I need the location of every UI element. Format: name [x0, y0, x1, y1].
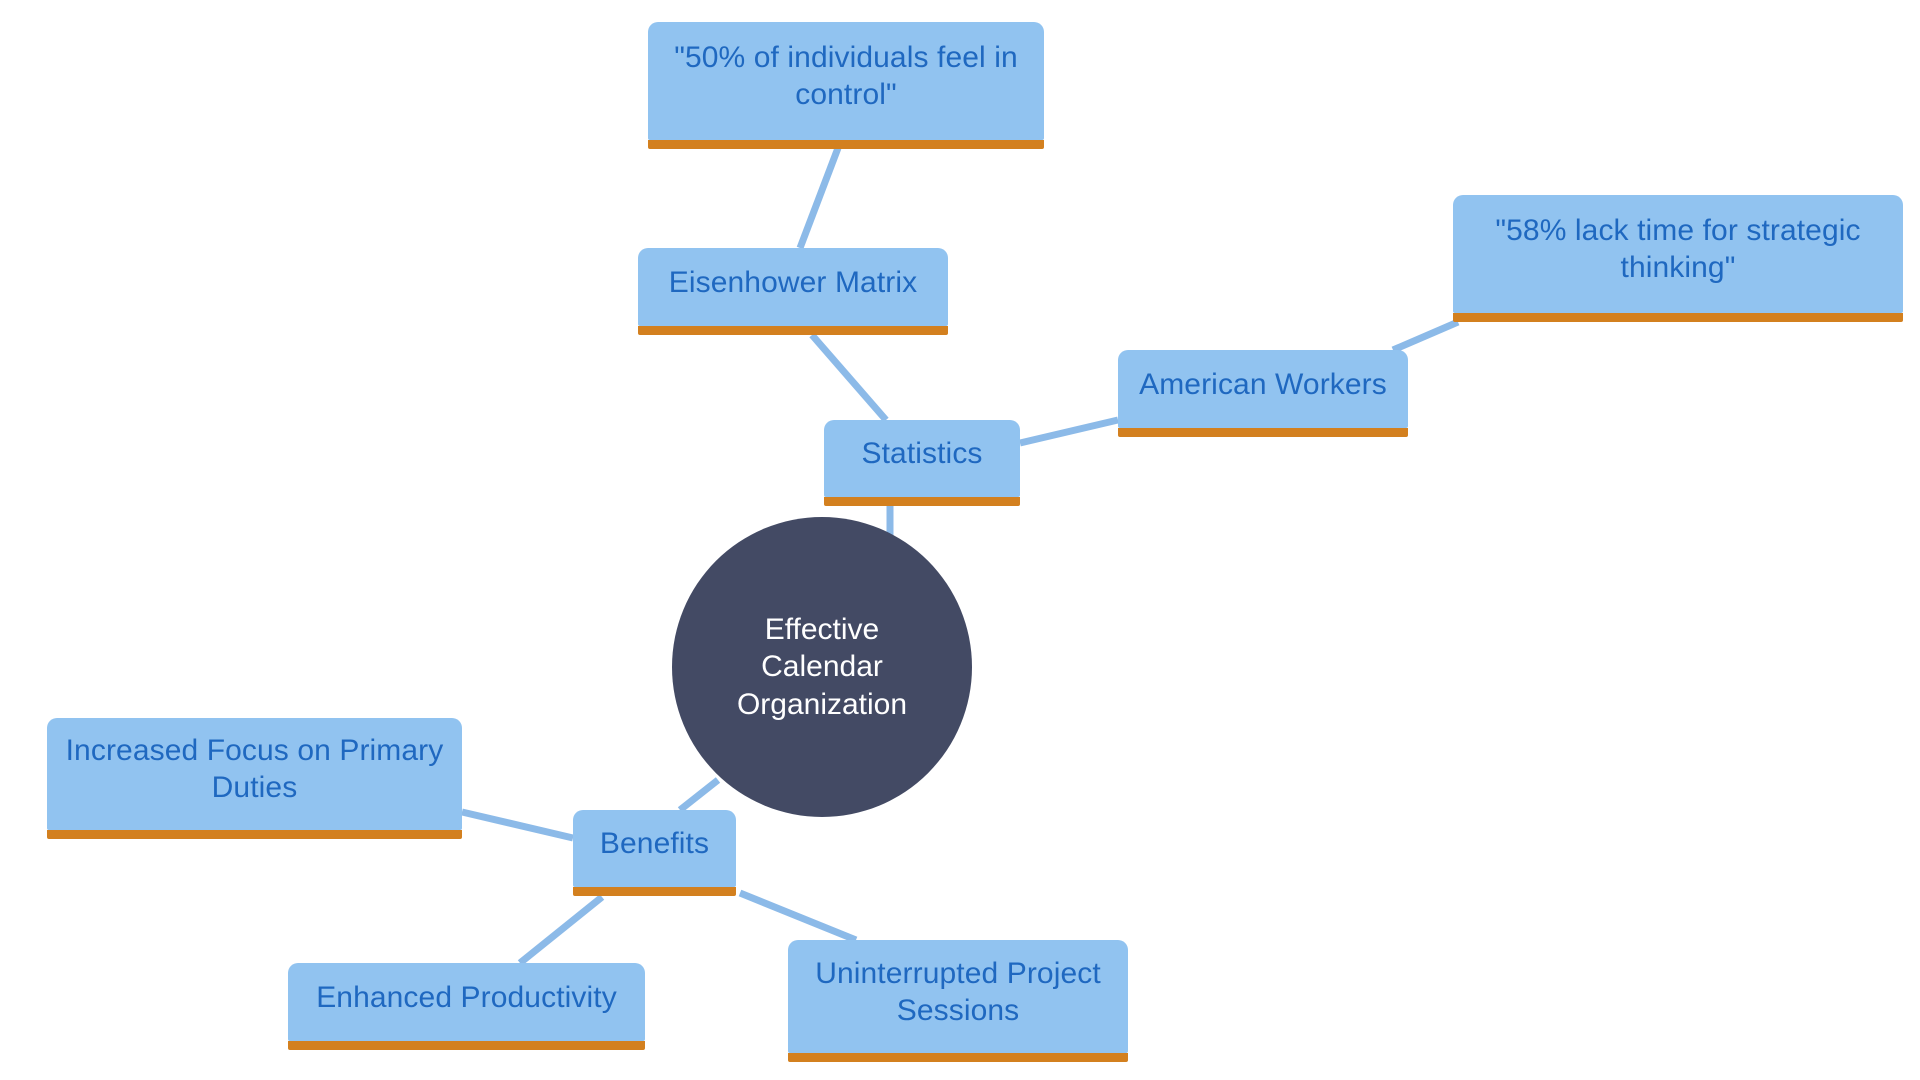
node-stat-50[interactable]: "50% of individuals feel in control" [648, 22, 1044, 149]
node-eisenhower-matrix[interactable]: Eisenhower Matrix [638, 248, 948, 335]
edge-stat-50-to-eisenhower [796, 146, 842, 250]
node-label-increased-focus: Increased Focus on Primary Duties [65, 734, 444, 804]
node-statistics[interactable]: Statistics [824, 420, 1020, 506]
node-label-enhanced-productivity: Enhanced Productivity [316, 980, 617, 1014]
root-node[interactable]: Effective Calendar Organization [672, 517, 972, 817]
node-label-statistics: Statistics [861, 437, 983, 471]
node-american-workers[interactable]: American Workers [1118, 350, 1408, 437]
edge-root-to-benefits [677, 777, 721, 813]
edge-benefits-to-enhanced-productivity [517, 894, 605, 966]
edge-benefits-to-increased-focus [461, 808, 574, 842]
edge-american-workers-to-stat-58 [1391, 318, 1460, 354]
node-stat-58[interactable]: "58% lack time for strategic thinking" [1453, 195, 1903, 322]
node-benefits[interactable]: Benefits [573, 810, 736, 896]
node-label-stat-50: "50% of individuals feel in control" [674, 41, 1018, 111]
node-increased-focus[interactable]: Increased Focus on Primary Duties [47, 718, 462, 839]
node-enhanced-productivity[interactable]: Enhanced Productivity [288, 963, 645, 1050]
node-label-uninterrupted-sessions: Uninterrupted Project Sessions [815, 956, 1101, 1027]
root-node-label: Effective Calendar Organization [736, 612, 908, 721]
edge-eisenhower-to-statistics [809, 332, 889, 423]
node-label-american-workers: American Workers [1139, 367, 1387, 401]
edge-statistics-to-american-workers [1019, 416, 1119, 447]
node-label-eisenhower-matrix: Eisenhower Matrix [668, 265, 918, 299]
node-uninterrupted-sessions[interactable]: Uninterrupted Project Sessions [788, 940, 1128, 1062]
mindmap-canvas: Effective Calendar Organization "50% of … [0, 0, 1920, 1080]
node-label-benefits: Benefits [599, 827, 710, 861]
edge-benefits-to-uninterrupted-sessions [738, 889, 858, 944]
node-label-stat-58: "58% lack time for strategic thinking" [1495, 214, 1861, 284]
edge-layer [461, 146, 1460, 966]
